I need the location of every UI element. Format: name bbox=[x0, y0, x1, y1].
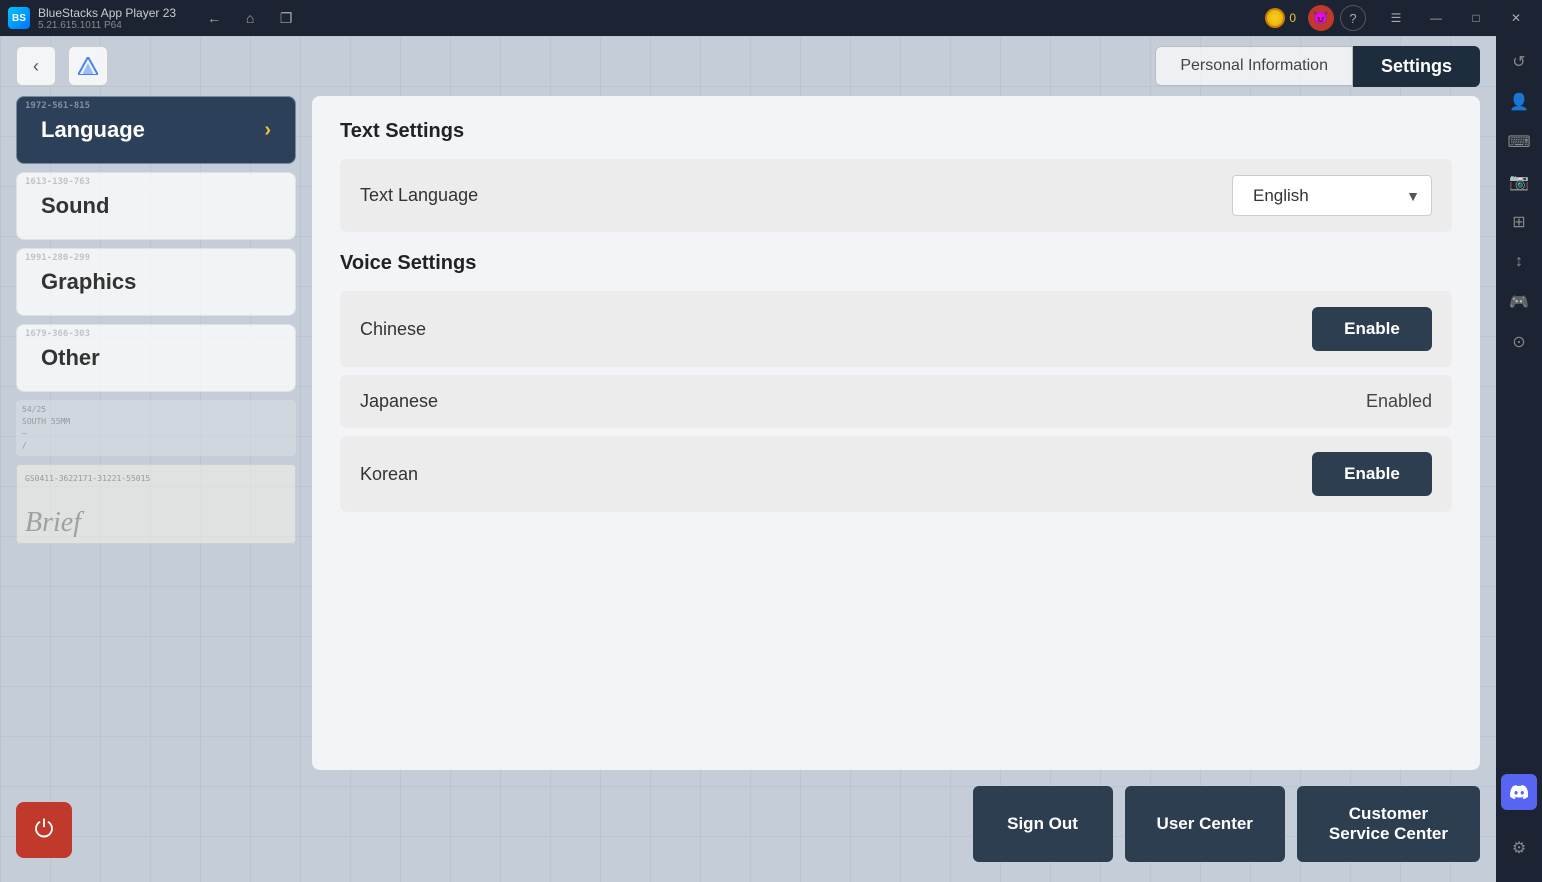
korean-voice-label: Korean bbox=[360, 464, 418, 485]
power-button[interactable]: ⏻ bbox=[16, 802, 72, 858]
other-label: Other bbox=[41, 345, 100, 370]
voice-settings-title: Voice Settings bbox=[340, 252, 1452, 275]
discord-icon[interactable] bbox=[1501, 774, 1537, 810]
user-center-button[interactable]: User Center bbox=[1125, 786, 1285, 862]
korean-enable-button[interactable]: Enable bbox=[1312, 452, 1432, 496]
nav-item-graphics[interactable]: 1991-280-299 Graphics bbox=[16, 248, 296, 316]
nav-item-sound[interactable]: 1613-130-763 Sound bbox=[16, 172, 296, 240]
sidebar-icon-profile[interactable]: 👤 bbox=[1501, 84, 1537, 120]
sidebar-icon-resize[interactable]: ↕ bbox=[1501, 244, 1537, 280]
title-bar: BS BlueStacks App Player 23 5.21.615.101… bbox=[0, 0, 1542, 36]
menu-button[interactable]: ☰ bbox=[1378, 5, 1414, 31]
profile-icon[interactable]: 😈 bbox=[1308, 5, 1334, 31]
nav-item-language[interactable]: 1972-561-815 Language › bbox=[16, 96, 296, 164]
nav-item-other[interactable]: 1679-366-303 Other bbox=[16, 324, 296, 392]
back-button[interactable]: ← bbox=[200, 4, 228, 32]
sound-label: Sound bbox=[41, 193, 109, 218]
sidebar-settings-icon[interactable]: ⚙ bbox=[1501, 830, 1537, 866]
japanese-voice-label: Japanese bbox=[360, 391, 438, 412]
settings-tab[interactable]: Settings bbox=[1353, 46, 1480, 87]
right-content: Text Settings Text Language English Chin… bbox=[312, 96, 1480, 866]
home-button[interactable]: ⌂ bbox=[236, 4, 264, 32]
main-area: ‹ Personal Information Settings 1972-561… bbox=[0, 36, 1496, 882]
text-language-dropdown-container: English Chinese Japanese Korean French G… bbox=[1232, 175, 1432, 216]
chevron-right-icon: › bbox=[264, 119, 271, 142]
left-navigation: 1972-561-815 Language › 1613-130-763 Sou… bbox=[16, 96, 296, 866]
app-version: 5.21.615.1011 P64 bbox=[38, 20, 176, 31]
maximize-button[interactable]: □ bbox=[1458, 5, 1494, 31]
graphics-label: Graphics bbox=[41, 269, 136, 294]
close-button[interactable]: ✕ bbox=[1498, 5, 1534, 31]
settings-panel: Text Settings Text Language English Chin… bbox=[312, 96, 1480, 770]
language-label: Language bbox=[41, 117, 145, 143]
sidebar-icon-camera[interactable]: 📷 bbox=[1501, 164, 1537, 200]
help-icon[interactable]: ? bbox=[1340, 5, 1366, 31]
customer-service-button[interactable]: CustomerService Center bbox=[1297, 786, 1480, 862]
drive-button[interactable] bbox=[68, 46, 108, 86]
personal-information-tab[interactable]: Personal Information bbox=[1155, 46, 1353, 86]
sign-out-button[interactable]: Sign Out bbox=[973, 786, 1113, 862]
text-language-row: Text Language English Chinese Japanese K… bbox=[340, 159, 1452, 232]
chinese-voice-row: Chinese Enable bbox=[340, 291, 1452, 367]
sidebar-icon-circle[interactable]: ⊙ bbox=[1501, 324, 1537, 360]
content-wrapper: 1972-561-815 Language › 1613-130-763 Sou… bbox=[0, 96, 1496, 882]
coin-icon bbox=[1265, 8, 1285, 28]
text-language-dropdown[interactable]: English Chinese Japanese Korean French G… bbox=[1232, 175, 1432, 216]
text-language-label: Text Language bbox=[360, 185, 478, 206]
korean-voice-row: Korean Enable bbox=[340, 436, 1452, 512]
app-name: BlueStacks App Player 23 bbox=[38, 6, 176, 20]
back-nav-button[interactable]: ‹ bbox=[16, 46, 56, 86]
sidebar-icon-refresh[interactable]: ↺ bbox=[1501, 44, 1537, 80]
minimize-button[interactable]: — bbox=[1418, 5, 1454, 31]
app-logo: BS bbox=[8, 7, 30, 29]
sidebar-icon-keyboard[interactable]: ⌨ bbox=[1501, 124, 1537, 160]
japanese-enabled-text: Enabled bbox=[1366, 391, 1432, 412]
left-bottom-area: 54/25 SOUTH 55MM — / GS0411-3622171-3122… bbox=[16, 400, 296, 866]
japanese-voice-row: Japanese Enabled bbox=[340, 375, 1452, 428]
sidebar-icon-gamepad[interactable]: 🎮 bbox=[1501, 284, 1537, 320]
sidebar-icon-grid[interactable]: ⊞ bbox=[1501, 204, 1537, 240]
header-tabs: Personal Information Settings bbox=[1155, 46, 1480, 87]
coin-count: 0 bbox=[1289, 11, 1296, 25]
bottom-buttons-area: Sign Out User Center CustomerService Cen… bbox=[312, 770, 1480, 866]
top-toolbar: ‹ Personal Information Settings bbox=[0, 36, 1496, 96]
copy-button[interactable]: ❐ bbox=[272, 4, 300, 32]
right-sidebar: ↺ 👤 ⌨ 📷 ⊞ ↕ 🎮 ⊙ ⚙ bbox=[1496, 36, 1542, 882]
signature-area: GS0411-3622171-31221-55015 Brief bbox=[16, 464, 296, 544]
coin-display: 0 bbox=[1265, 8, 1296, 28]
chinese-enable-button[interactable]: Enable bbox=[1312, 307, 1432, 351]
chinese-voice-label: Chinese bbox=[360, 319, 426, 340]
text-settings-title: Text Settings bbox=[340, 120, 1452, 143]
map-coords-display: 54/25 SOUTH 55MM — / bbox=[16, 400, 296, 456]
